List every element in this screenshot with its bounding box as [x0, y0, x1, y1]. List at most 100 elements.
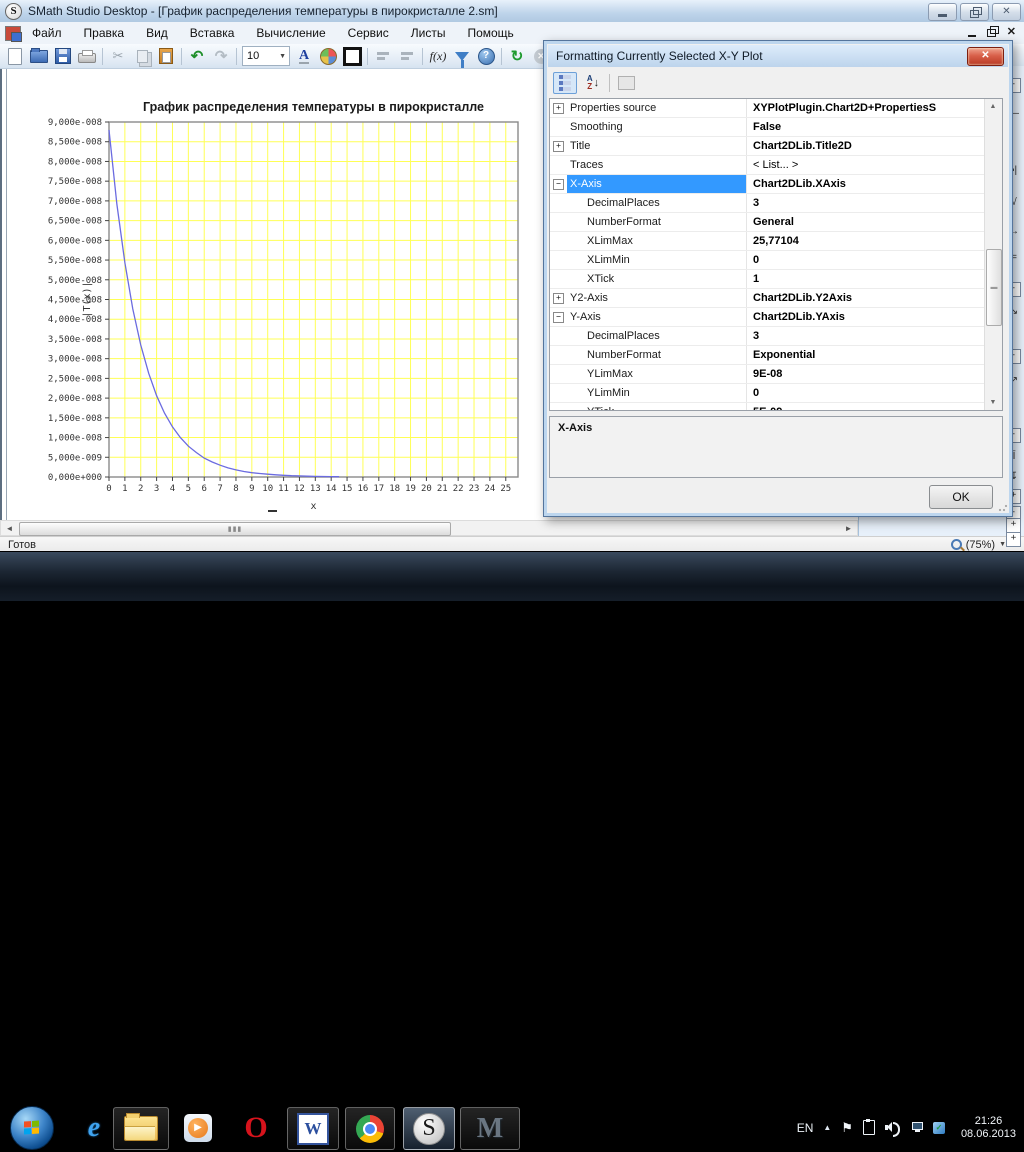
property-value[interactable]: General: [747, 216, 985, 228]
property-row[interactable]: SmoothingFalse: [550, 118, 985, 137]
property-name[interactable]: X-Axis: [567, 175, 747, 193]
property-name[interactable]: NumberFormat: [567, 213, 747, 231]
categorized-view-button[interactable]: [553, 72, 577, 94]
property-row[interactable]: YLimMax9E-08: [550, 365, 985, 384]
grid-scrollbar-thumb[interactable]: ▬: [986, 249, 1002, 326]
property-name[interactable]: NumberFormat: [567, 346, 747, 364]
redo-button[interactable]: ↷: [209, 46, 233, 66]
property-value[interactable]: 25,77104: [747, 235, 985, 247]
mdi-minimize-icon[interactable]: [968, 35, 976, 37]
scroll-right-icon[interactable]: ►: [841, 522, 856, 534]
menu-tools[interactable]: Сервис: [337, 23, 400, 43]
mdi-restore-icon[interactable]: [987, 29, 996, 37]
collapse-icon[interactable]: −: [553, 312, 564, 323]
property-name[interactable]: Y-Axis: [567, 308, 747, 326]
property-name[interactable]: Smoothing: [567, 118, 747, 136]
scroll-left-icon[interactable]: ◄: [2, 522, 17, 534]
property-value[interactable]: 3: [747, 330, 985, 342]
property-row[interactable]: Traces< List... >: [550, 156, 985, 175]
property-name[interactable]: Title: [567, 137, 747, 155]
close-button[interactable]: ✕: [992, 3, 1021, 21]
property-name[interactable]: YLimMin: [567, 384, 747, 402]
property-value[interactable]: 5E-09: [747, 406, 985, 410]
taskbar-app-media-player[interactable]: ▶: [176, 1107, 220, 1148]
zoom-control[interactable]: (75%) ▼: [951, 539, 1006, 551]
expand-icon[interactable]: +: [553, 293, 564, 304]
property-row[interactable]: DecimalPlaces3: [550, 194, 985, 213]
hidden-icons-chevron-icon[interactable]: ▲: [823, 1123, 831, 1132]
property-value[interactable]: Chart2DLib.YAxis: [747, 311, 985, 323]
expand-icon[interactable]: +: [1006, 518, 1021, 533]
language-indicator[interactable]: EN: [797, 1121, 814, 1135]
property-value[interactable]: Chart2DLib.Y2Axis: [747, 292, 985, 304]
background-color-button[interactable]: [316, 46, 340, 66]
collapse-icon[interactable]: −: [553, 179, 564, 190]
taskbar-app-chrome[interactable]: [345, 1107, 395, 1150]
taskbar-app-opera[interactable]: O: [234, 1107, 278, 1148]
start-button[interactable]: [10, 1106, 54, 1150]
border-button[interactable]: [340, 46, 364, 66]
property-value[interactable]: False: [747, 121, 985, 133]
property-name[interactable]: YLimMax: [567, 365, 747, 383]
taskbar-app-smath-studio[interactable]: S: [403, 1107, 455, 1150]
clock[interactable]: 21:26 08.06.2013: [961, 1115, 1016, 1141]
property-name[interactable]: XLimMin: [567, 251, 747, 269]
copy-button[interactable]: [130, 46, 154, 66]
align-vertical-button[interactable]: [395, 46, 419, 66]
font-color-button[interactable]: A: [292, 46, 316, 66]
taskbar-app-mathtype[interactable]: M: [460, 1107, 520, 1150]
scroll-down-icon[interactable]: ▼: [986, 395, 1000, 410]
property-value[interactable]: Exponential: [747, 349, 985, 361]
recalculate-button[interactable]: ↻: [505, 46, 529, 66]
property-row[interactable]: XLimMin0: [550, 251, 985, 270]
dialog-title-bar[interactable]: Formatting Currently Selected X-Y Plot: [548, 45, 1008, 67]
property-name[interactable]: YTick: [567, 403, 747, 410]
scrollbar-thumb[interactable]: ▮▮▮: [19, 522, 451, 536]
property-name[interactable]: XTick: [567, 270, 747, 288]
property-value[interactable]: < List... >: [747, 159, 985, 171]
property-row[interactable]: −X-AxisChart2DLib.XAxis: [550, 175, 985, 194]
network-icon[interactable]: [909, 1122, 923, 1134]
restore-button[interactable]: [960, 3, 989, 21]
property-name[interactable]: Y2-Axis: [567, 289, 747, 307]
menu-sheets[interactable]: Листы: [400, 23, 457, 43]
property-row[interactable]: +Properties sourceXYPlotPlugin.Chart2D+P…: [550, 99, 985, 118]
property-row[interactable]: XTick1: [550, 270, 985, 289]
expand-icon[interactable]: +: [1006, 532, 1021, 547]
property-row[interactable]: +Y2-AxisChart2DLib.Y2Axis: [550, 289, 985, 308]
horizontal-scrollbar[interactable]: ◄ ▮▮▮ ►: [0, 520, 858, 536]
menu-view[interactable]: Вид: [135, 23, 179, 43]
taskbar-app-internet-explorer[interactable]: e: [72, 1107, 116, 1148]
property-row[interactable]: NumberFormatExponential: [550, 346, 985, 365]
expand-icon[interactable]: +: [553, 141, 564, 152]
property-row[interactable]: +TitleChart2DLib.Title2D: [550, 137, 985, 156]
property-pages-button[interactable]: [615, 73, 637, 93]
property-row[interactable]: −Y-AxisChart2DLib.YAxis: [550, 308, 985, 327]
undo-button[interactable]: ↶: [185, 46, 209, 66]
font-size-select[interactable]: 10 ▼: [242, 46, 290, 66]
property-value[interactable]: Chart2DLib.XAxis: [747, 178, 985, 190]
paste-button[interactable]: [154, 46, 178, 66]
temperature-chart[interactable]: 9,000e-0088,500e-0088,000e-0087,500e-008…: [2, 95, 542, 520]
open-button[interactable]: [27, 46, 51, 66]
property-value[interactable]: XYPlotPlugin.Chart2D+PropertiesS: [747, 102, 985, 114]
grid-scrollbar[interactable]: ▲ ▬ ▼: [984, 99, 1002, 410]
property-value[interactable]: Chart2DLib.Title2D: [747, 140, 985, 152]
menu-help[interactable]: Помощь: [456, 23, 524, 43]
reference-button[interactable]: ?: [474, 46, 498, 66]
print-button[interactable]: [75, 46, 99, 66]
menu-insert[interactable]: Вставка: [179, 23, 246, 43]
ok-button[interactable]: OK: [929, 485, 993, 509]
dialog-close-button[interactable]: ✕: [967, 47, 1004, 66]
property-row[interactable]: YLimMin0: [550, 384, 985, 403]
property-row[interactable]: DecimalPlaces3: [550, 327, 985, 346]
align-horizontal-button[interactable]: [371, 46, 395, 66]
menu-file[interactable]: Файл: [21, 23, 73, 43]
dropbox-icon[interactable]: ✓: [933, 1122, 945, 1134]
property-name[interactable]: XLimMax: [567, 232, 747, 250]
mdi-close-icon[interactable]: ✕: [1007, 25, 1016, 38]
property-value[interactable]: 9E-08: [747, 368, 985, 380]
scroll-up-icon[interactable]: ▲: [986, 99, 1000, 114]
menu-edit[interactable]: Правка: [73, 23, 136, 43]
property-value[interactable]: 0: [747, 387, 985, 399]
